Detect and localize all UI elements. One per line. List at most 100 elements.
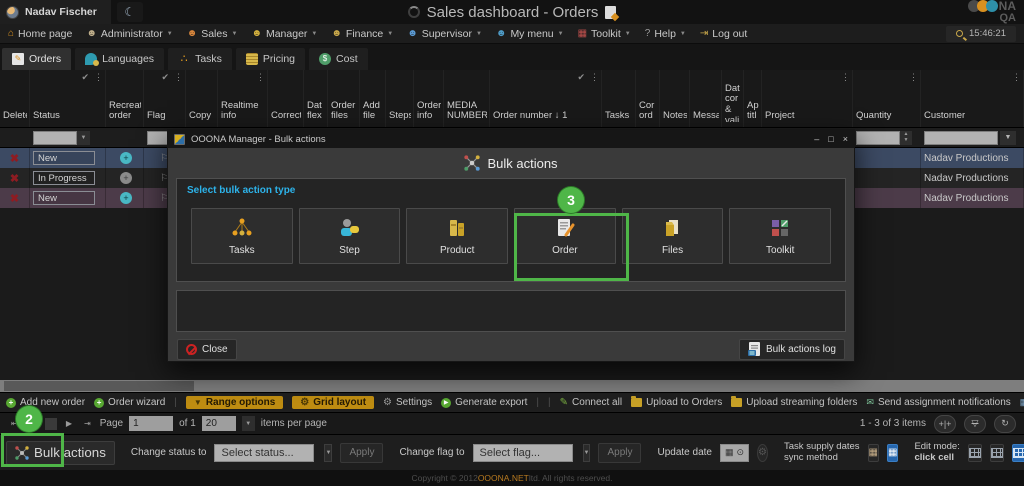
status-filter-input[interactable] — [33, 131, 77, 145]
menu-item-manager[interactable]: ☻Manager▼ — [251, 28, 317, 40]
minimize-button[interactable]: – — [814, 134, 819, 144]
column-header-correct-order[interactable]: Cor ord — [636, 70, 660, 127]
select-status-dropdown[interactable]: Select status... — [214, 444, 314, 462]
bulk-action-step-button[interactable]: Step — [299, 208, 401, 264]
bulk-actions-button[interactable]: Bulk actions — [6, 441, 115, 465]
edit-mode-grid-button[interactable] — [968, 444, 982, 462]
close-dialog-button[interactable]: Close — [177, 339, 237, 360]
range-options-button[interactable]: ▼Range options — [186, 396, 283, 409]
menu-item-help[interactable]: ?Help▼ — [645, 28, 686, 40]
status-filter[interactable]: ▼ — [30, 131, 106, 145]
menu-item-home-page[interactable]: ⌂Home page — [8, 28, 72, 40]
chevron-down-icon[interactable]: ▼ — [324, 444, 332, 462]
delete-row-button[interactable]: ✖ — [0, 188, 30, 208]
column-header-messages[interactable]: Messag — [690, 70, 722, 127]
close-window-button[interactable]: × — [843, 134, 848, 144]
add-new-order-button[interactable]: +Add new order — [6, 397, 85, 408]
last-page-button[interactable]: ⇥ — [81, 419, 94, 428]
column-menu-icon[interactable]: ⋮ — [174, 73, 183, 85]
tab-tasks[interactable]: ∴Tasks — [168, 48, 232, 70]
column-header-project[interactable]: ⋮Project — [762, 70, 853, 127]
calendar-icon[interactable]: ▦ — [725, 447, 734, 458]
edit-mode-click-cell-button[interactable] — [1012, 444, 1024, 462]
delete-row-button[interactable]: ✖ — [0, 168, 30, 188]
column-header-order-files[interactable]: Order files — [328, 70, 360, 127]
chevron-down-icon[interactable]: ▼ — [583, 444, 591, 462]
apply-column-icon[interactable]: ✔ — [577, 73, 585, 85]
refresh-button[interactable]: ↻ — [994, 415, 1016, 433]
column-header-order-info[interactable]: Order info — [414, 70, 444, 127]
column-header-copy[interactable]: Copy — [186, 70, 218, 127]
tab-languages[interactable]: Languages — [75, 48, 164, 70]
column-header-tasks[interactable]: Tasks — [602, 70, 636, 127]
fit-columns-button[interactable]: +|+ — [934, 415, 956, 433]
column-header-approve-title[interactable]: App titl — [744, 70, 762, 127]
chevron-down-icon[interactable]: ▼ — [77, 131, 90, 145]
column-header-realtime-info[interactable]: ⋮Realtime info — [218, 70, 268, 127]
number-stepper[interactable]: ▲▼ — [900, 131, 912, 145]
upload-to-orders-button[interactable]: Upload to Orders — [631, 397, 722, 408]
menu-item-supervisor[interactable]: ☻Supervisor▼ — [407, 28, 482, 40]
brand-link[interactable]: OOONA.NET — [478, 473, 529, 483]
dialog-title-bar[interactable]: OOONA Manager - Bulk actions – □ × — [168, 130, 854, 148]
maximize-button[interactable]: □ — [828, 134, 833, 144]
recreate-order-icon[interactable]: + — [120, 152, 132, 164]
tab-orders[interactable]: ✎Orders — [2, 48, 71, 70]
order-wizard-button[interactable]: +Order wizard — [94, 397, 165, 408]
tab-pricing[interactable]: Pricing — [236, 48, 305, 70]
column-header-add-file[interactable]: Add file — [360, 70, 386, 127]
menu-item-finance[interactable]: ☻Finance▼ — [331, 28, 393, 40]
date-settings-button[interactable]: ⚙ — [757, 444, 768, 462]
chevron-down-icon[interactable]: ▼ — [242, 416, 255, 431]
column-menu-icon[interactable]: ⋮ — [590, 73, 599, 85]
user-chip[interactable]: Nadav Fischer — [0, 0, 111, 24]
task-sync-mode-1-button[interactable]: ▦ — [868, 444, 879, 462]
send-assignment-notifications-button[interactable]: ✉Send assignment notifications — [866, 397, 1010, 408]
column-header-order-number[interactable]: ✔⋮Order number ↓ 1 — [490, 70, 602, 127]
column-header-recreate-order[interactable]: Recreat order — [106, 70, 144, 127]
update-date-input[interactable]: ▦ ⊙ — [720, 444, 749, 462]
task-sync-mode-2-button[interactable]: ▦ — [887, 444, 898, 462]
horizontal-scrollbar[interactable] — [0, 380, 1024, 392]
settings-button[interactable]: ⚙Settings — [383, 397, 432, 408]
spin-down-icon[interactable]: ▼ — [904, 138, 909, 144]
column-header-correct[interactable]: Correct — [268, 70, 304, 127]
column-menu-icon[interactable]: ⋮ — [909, 73, 918, 85]
bulk-actions-log-button[interactable]: Bulk actions log — [739, 339, 845, 360]
recalculate-button[interactable]: ▦Recalculate — [1020, 397, 1024, 408]
clear-filters-button[interactable]: ▽ — [964, 415, 986, 433]
generate-export-button[interactable]: ▶Generate export — [441, 397, 527, 408]
column-header-quantity[interactable]: ⋮Quantity — [853, 70, 921, 127]
menu-item-sales[interactable]: ☻Sales▼ — [187, 28, 238, 40]
column-header-notes[interactable]: Notes — [660, 70, 690, 127]
upload-streaming-folders-button[interactable]: Upload streaming folders — [731, 397, 857, 408]
bulk-action-tasks-button[interactable]: Tasks — [191, 208, 293, 264]
recreate-order-icon[interactable]: + — [120, 192, 132, 204]
bulk-action-toolkit-button[interactable]: Toolkit — [729, 208, 831, 264]
column-header-customer[interactable]: ⋮Customer — [921, 70, 1024, 127]
delete-row-button[interactable]: ✖ — [0, 148, 30, 168]
menu-item-my-menu[interactable]: ☻My menu▼ — [496, 28, 564, 40]
column-header-steps[interactable]: Steps — [386, 70, 414, 127]
quantity-filter[interactable]: ▲▼ — [853, 131, 921, 145]
column-header-media-number[interactable]: MEDIA NUMBER — [444, 70, 490, 127]
customer-filter[interactable]: ▼ — [921, 131, 1024, 145]
next-page-button[interactable]: ▶ — [63, 419, 75, 428]
page-number-input[interactable]: 1 — [129, 416, 173, 431]
apply-column-icon[interactable]: ✔ — [81, 73, 89, 85]
column-header-flag[interactable]: ✔⋮Flag — [144, 70, 186, 127]
apply-status-button[interactable]: Apply — [340, 443, 383, 463]
page-size-select[interactable]: 20 — [202, 416, 236, 431]
apply-column-icon[interactable]: ✔ — [161, 73, 169, 85]
bulk-action-order-button[interactable]: Order — [514, 208, 616, 264]
filter-funnel-icon[interactable]: ▼ — [1000, 131, 1016, 145]
column-header-status[interactable]: ✔⋮Status — [30, 70, 106, 127]
grid-layout-button[interactable]: ⚙Grid layout — [292, 396, 374, 409]
bulk-action-files-button[interactable]: Files — [622, 208, 724, 264]
column-header-date-flex[interactable]: Dat flex — [304, 70, 328, 127]
column-header-date-correct-validate[interactable]: Dat cor & vali — [722, 70, 744, 127]
connect-all-button[interactable]: ✎Connect all — [560, 397, 622, 408]
menu-item-log-out[interactable]: ⇥Log out — [700, 28, 747, 40]
column-menu-icon[interactable]: ⋮ — [841, 73, 850, 85]
quantity-filter-input[interactable] — [856, 131, 900, 145]
